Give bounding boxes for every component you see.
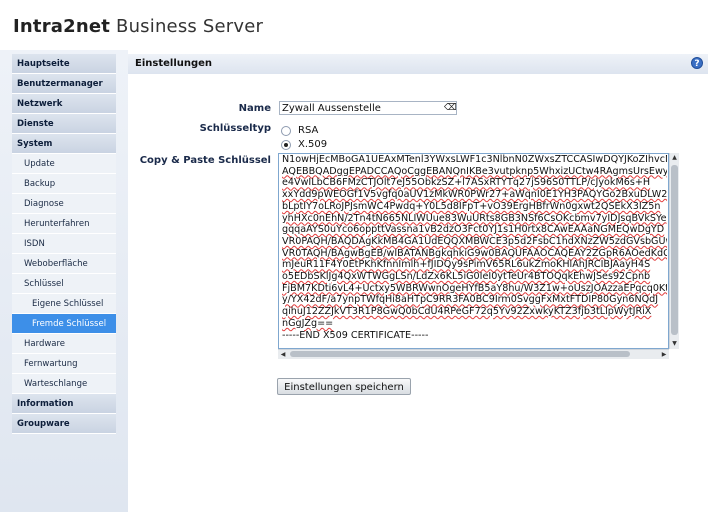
key-line: xxYdd9pWEOGf1V5vgfq0aUV1zMkWR0PWr27+aWqn… xyxy=(282,189,667,201)
sidebar-item-herunterfahren[interactable]: Herunterfahren xyxy=(12,214,116,234)
sidebar-item-fernwartung[interactable]: Fernwartung xyxy=(12,354,116,374)
sidebar-item-hardware[interactable]: Hardware xyxy=(12,334,116,354)
sidebar-item-hauptseite[interactable]: Hauptseite xyxy=(12,54,116,74)
sidebar-item-system[interactable]: System xyxy=(12,134,116,154)
radio-x509-label: X.509 xyxy=(298,139,328,150)
section-header: Einstellungen xyxy=(128,54,708,74)
key-line: bLptIY7oLRoJPJsmWC4Pwdq+Y0L5d8IFpT+vO39E… xyxy=(282,200,661,212)
horizontal-scroll-thumb[interactable] xyxy=(290,351,630,357)
scroll-right-icon[interactable]: ▶ xyxy=(659,350,669,359)
sidebar-item-schlüssel[interactable]: Schlüssel xyxy=(12,274,116,294)
key-line: yhHXc0nEhN/2Tn4tN665NLIWUue83WuURts8GB3N… xyxy=(282,212,667,224)
help-icon[interactable]: ? xyxy=(691,57,703,69)
key-line: -----END X509 CERTIFICATE----- xyxy=(282,329,429,341)
radio-rsa-label: RSA xyxy=(298,125,319,136)
sidebar-item-diagnose[interactable]: Diagnose xyxy=(12,194,116,214)
sidebar-item-benutzermanager[interactable]: Benutzermanager xyxy=(12,74,116,94)
scroll-up-icon[interactable]: ▲ xyxy=(670,153,679,163)
name-label: Name xyxy=(238,103,271,114)
sidebar-nav: Hauptseite Benutzermanager Netzwerk Dienste… xyxy=(12,54,116,434)
key-line: AQEBBQADggEPADCCAQoCggEBANQnIKBe3vutpknp… xyxy=(282,165,667,177)
sidebar-item-fremde-schlüssel[interactable]: Fremde Schlüssel xyxy=(12,314,116,334)
scroll-left-icon[interactable]: ◀ xyxy=(278,350,288,359)
radio-x509[interactable] xyxy=(281,140,291,150)
key-line: VR0PAQH/BAQDAgKkMB4GA1UdEQQXMBWCE3p5d2Fs… xyxy=(282,235,667,247)
sidebar-item-isdn[interactable]: ISDN xyxy=(12,234,116,254)
clear-input-icon[interactable]: ⌫ xyxy=(444,102,457,114)
sidebar-item-backup[interactable]: Backup xyxy=(12,174,116,194)
radio-rsa[interactable] xyxy=(281,126,291,136)
sidebar-item-netzwerk[interactable]: Netzwerk xyxy=(12,94,116,114)
vertical-scrollbar[interactable]: ▲ ▼ xyxy=(669,153,679,349)
sidebar-item-dienste[interactable]: Dienste xyxy=(12,114,116,134)
name-input[interactable] xyxy=(279,101,457,115)
vertical-scroll-thumb[interactable] xyxy=(671,165,678,335)
sidebar-item-information[interactable]: Information xyxy=(12,394,116,414)
keytype-label: Schlüsseltyp xyxy=(199,123,271,134)
key-line: FjBM7KDti6vL4+Uctxy5WBRWwnOgeHYfB5aY8hu/… xyxy=(282,282,667,294)
key-line: mJeuR11F4Y0EtPKhKfnnImlh+fJIDQy9sPimV65R… xyxy=(282,259,651,271)
key-line: e4VwILbCB6FMzCTJOlt7eJ55ObkzSZ+l7ASxRTYT… xyxy=(282,177,651,189)
sidebar-item-update[interactable]: Update xyxy=(12,154,116,174)
sidebar-item-eigene-schlüssel[interactable]: Eigene Schlüssel xyxy=(12,294,116,314)
key-line: VR0TAQH/BAgwBgEB/wIBATANBgkqhkiG9w0BAQUF… xyxy=(282,247,667,259)
key-line: y/YX42dF/a7ynpTWfqHi8aHTpC9RR3FA0BC9Irm0… xyxy=(282,294,659,306)
sidebar-item-groupware[interactable]: Groupware xyxy=(12,414,116,434)
key-line: gqqaAYS0uYco6oppttVassna1vB2dzO3Fct0YJ1s… xyxy=(282,224,665,236)
product-logo: Intra2net Business Server xyxy=(13,16,264,37)
key-line: o5EDbSKlJg4QxWTWGgLSn/LdZx6KL5iG0IeI0ytT… xyxy=(282,271,651,283)
horizontal-scrollbar[interactable]: ◀ ▶ xyxy=(278,349,669,359)
sidebar-item-weboberfläche[interactable]: Weboberfläche xyxy=(12,254,116,274)
paste-key-label: Copy & Paste Schlüssel xyxy=(139,155,271,166)
key-textarea[interactable]: N1owHjEcMBoGA1UEAxMTenl3YWxsLWF1c3NlbnN0… xyxy=(278,153,669,349)
key-line: qihuJ12ZZJkVT3R1P8GwQ0bCdU4RPeGF72q5Yv92… xyxy=(282,306,652,318)
key-line: nGgJZg== xyxy=(282,317,334,329)
key-line: N1owHjEcMBoGA1UEAxMTenl3YWxsLWF1c3NlbnN0… xyxy=(282,154,667,165)
save-settings-button[interactable]: Einstellungen speichern xyxy=(277,378,411,395)
sidebar-item-warteschlange[interactable]: Warteschlange xyxy=(12,374,116,394)
section-title: Einstellungen xyxy=(135,58,213,69)
scroll-down-icon[interactable]: ▼ xyxy=(670,339,679,349)
key-text: N1owHjEcMBoGA1UEAxMTenl3YWxsLWF1c3NlbnN0… xyxy=(282,154,667,341)
